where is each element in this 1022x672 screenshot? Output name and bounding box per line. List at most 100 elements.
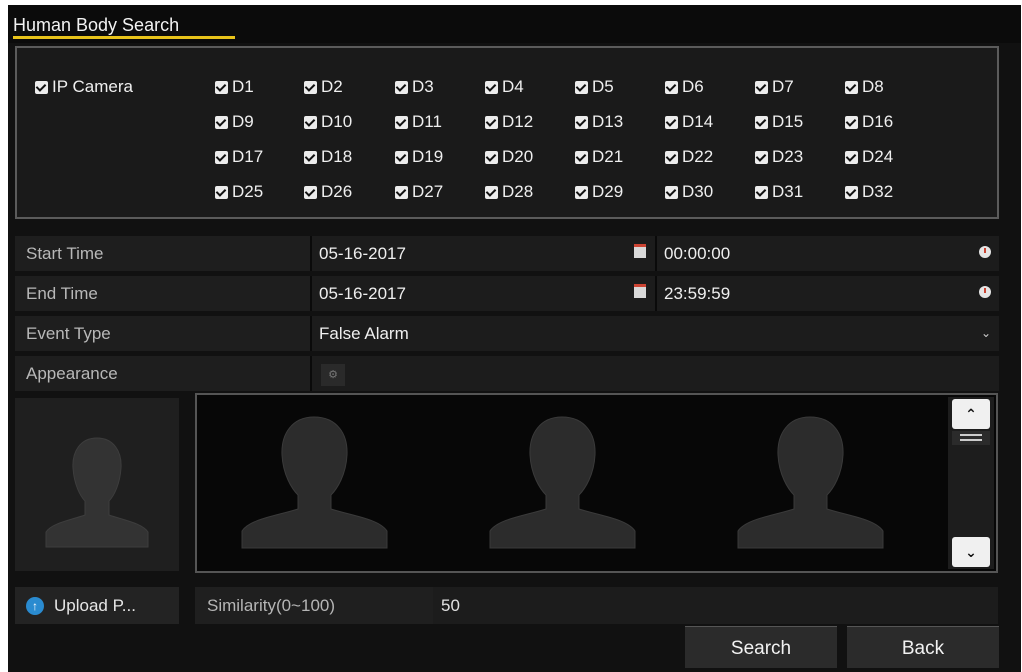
channel-label: D1 — [232, 77, 254, 96]
channel-label: D7 — [772, 77, 794, 96]
channel-label: D19 — [412, 147, 444, 166]
appearance-settings-button[interactable]: ⚙ — [321, 356, 345, 391]
channel-checkbox[interactable]: D13 — [575, 112, 623, 132]
checkbox-checked-icon — [485, 150, 498, 164]
upload-picture-button[interactable]: ↑ Upload P... — [15, 587, 179, 624]
appearance-row: Appearance ⚙ — [15, 356, 999, 391]
ip-camera-checkbox[interactable]: IP Camera — [35, 77, 133, 97]
channel-checkbox[interactable]: D22 — [665, 147, 713, 167]
channel-label: D29 — [592, 182, 624, 201]
search-result-gallery[interactable]: ⌃ ⌄ — [195, 393, 998, 573]
checkbox-checked-icon — [575, 185, 588, 199]
checkbox-checked-icon — [665, 150, 678, 164]
channel-checkbox[interactable]: D8 — [845, 77, 884, 97]
channel-checkbox[interactable]: D17 — [215, 147, 263, 167]
checkbox-checked-icon — [755, 150, 768, 164]
camera-selection-panel: IP Camera D1 D2 D3 D4 D5 D6 D7 D8 D9 D10 D11 D12 D13… — [15, 46, 999, 219]
person-silhouette-icon[interactable] — [723, 415, 898, 550]
channel-checkbox[interactable]: D1 — [215, 77, 254, 97]
checkbox-checked-icon — [304, 185, 317, 199]
channel-checkbox[interactable]: D6 — [665, 77, 704, 97]
channel-checkbox[interactable]: D16 — [845, 112, 893, 132]
channel-checkbox[interactable]: D3 — [395, 77, 434, 97]
channel-label: D12 — [502, 112, 534, 131]
channel-label: D30 — [682, 182, 714, 201]
channel-checkbox[interactable]: D27 — [395, 182, 443, 202]
channel-checkbox[interactable]: D10 — [304, 112, 352, 132]
checkbox-checked-icon — [755, 115, 768, 129]
start-time-row: Start Time 05-16-2017 00:00:00 — [15, 236, 999, 271]
channel-checkbox[interactable]: D24 — [845, 147, 893, 167]
back-button[interactable]: Back — [847, 626, 999, 668]
channel-checkbox[interactable]: D23 — [755, 147, 803, 167]
channel-label: D27 — [412, 182, 444, 201]
channel-checkbox[interactable]: D29 — [575, 182, 623, 202]
channel-checkbox[interactable]: D4 — [485, 77, 524, 97]
clock-icon[interactable] — [979, 236, 991, 271]
appearance-label: Appearance — [15, 356, 310, 391]
channel-checkbox[interactable]: D31 — [755, 182, 803, 202]
event-type-select[interactable]: False Alarm — [319, 316, 999, 351]
calendar-icon[interactable] — [634, 276, 646, 311]
checkbox-checked-icon — [575, 150, 588, 164]
channel-checkbox[interactable]: D20 — [485, 147, 533, 167]
channel-checkbox[interactable]: D5 — [575, 77, 614, 97]
channel-label: D6 — [682, 77, 704, 96]
scroll-down-button[interactable]: ⌄ — [952, 537, 990, 567]
channel-checkbox[interactable]: D21 — [575, 147, 623, 167]
start-time-field[interactable]: 00:00:00 — [664, 236, 730, 271]
checkbox-checked-icon — [845, 115, 858, 129]
person-silhouette-icon — [45, 437, 149, 548]
end-date-field[interactable]: 05-16-2017 — [319, 276, 406, 311]
event-type-label: Event Type — [15, 316, 310, 351]
channel-checkbox[interactable]: D26 — [304, 182, 352, 202]
scroll-up-button[interactable]: ⌃ — [952, 399, 990, 429]
upload-arrow-icon: ↑ — [26, 596, 44, 615]
channel-label: D21 — [592, 147, 624, 166]
event-type-row: Event Type False Alarm ⌄ — [15, 316, 999, 351]
channel-label: D16 — [862, 112, 894, 131]
checkbox-checked-icon — [215, 185, 228, 199]
checkbox-checked-icon — [665, 115, 678, 129]
checkbox-checked-icon — [395, 185, 408, 199]
tab-human-body-search[interactable]: Human Body Search — [13, 15, 179, 36]
channel-label: D4 — [502, 77, 524, 96]
gallery-scrollbar[interactable]: ⌃ ⌄ — [948, 397, 994, 569]
ip-camera-label: IP Camera — [52, 77, 133, 96]
channel-checkbox[interactable]: D28 — [485, 182, 533, 202]
channel-checkbox[interactable]: D19 — [395, 147, 443, 167]
channel-checkbox[interactable]: D2 — [304, 77, 343, 97]
similarity-input[interactable]: 50 — [441, 587, 460, 624]
channel-checkbox[interactable]: D11 — [395, 112, 442, 132]
search-button[interactable]: Search — [685, 626, 837, 668]
channel-checkbox[interactable]: D32 — [845, 182, 893, 202]
channel-checkbox[interactable]: D14 — [665, 112, 713, 132]
start-date-field[interactable]: 05-16-2017 — [319, 236, 406, 271]
channel-label: D20 — [502, 147, 534, 166]
chevron-down-icon[interactable]: ⌄ — [981, 316, 991, 351]
channel-checkbox[interactable]: D15 — [755, 112, 803, 132]
end-time-field[interactable]: 23:59:59 — [664, 276, 730, 311]
person-silhouette-icon[interactable] — [227, 415, 402, 550]
scrollbar-thumb[interactable] — [952, 431, 990, 445]
channel-label: D24 — [862, 147, 894, 166]
clock-icon[interactable] — [979, 276, 991, 311]
checkbox-checked-icon — [485, 185, 498, 199]
channel-label: D10 — [321, 112, 353, 131]
checkbox-checked-icon — [215, 115, 228, 129]
checkbox-checked-icon — [35, 80, 48, 94]
channel-checkbox[interactable]: D7 — [755, 77, 794, 97]
channel-checkbox[interactable]: D30 — [665, 182, 713, 202]
channel-label: D31 — [772, 182, 804, 201]
channel-checkbox[interactable]: D9 — [215, 112, 254, 132]
channel-checkbox[interactable]: D12 — [485, 112, 533, 132]
channel-label: D11 — [412, 112, 442, 131]
channel-checkbox[interactable]: D18 — [304, 147, 352, 167]
channel-checkbox[interactable]: D25 — [215, 182, 263, 202]
person-silhouette-icon[interactable] — [475, 415, 650, 550]
calendar-icon[interactable] — [634, 236, 646, 271]
checkbox-checked-icon — [575, 80, 588, 94]
divider — [310, 236, 312, 271]
channel-label: D9 — [232, 112, 254, 131]
channel-label: D13 — [592, 112, 624, 131]
